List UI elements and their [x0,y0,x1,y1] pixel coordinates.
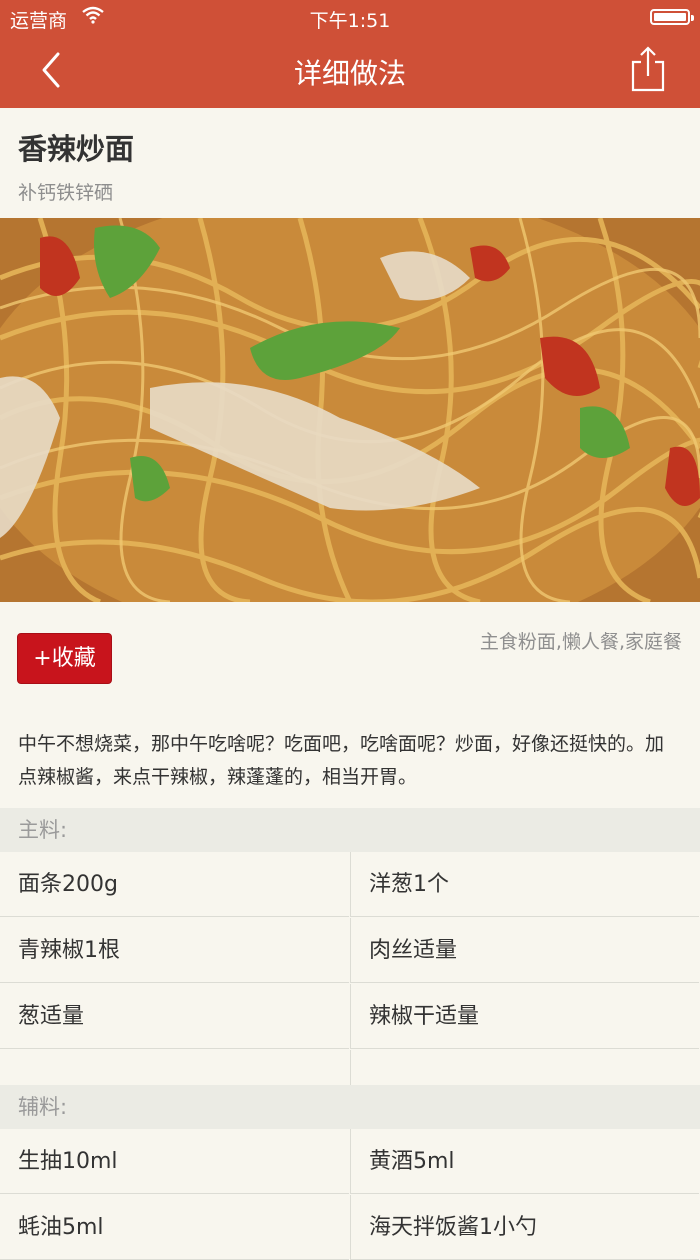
recipe-subtitle: 补钙铁锌硒 [18,182,114,204]
aux-ingredients-header: 辅料: [0,1085,700,1129]
recipe-tags: 主食粉面,懒人餐,家庭餐 [479,631,682,653]
nav-bar: 运营商 下午1:51 详细做法 [0,0,700,108]
ingredient-cell: 青辣椒1根 [0,918,349,983]
ingredient-cell-empty [350,1050,699,1086]
status-bar: 运营商 下午1:51 [0,0,700,36]
ingredient-cell: 黄酒5ml [350,1129,699,1194]
status-time: 下午1:51 [309,10,391,32]
share-icon [631,46,665,92]
ingredient-cell: 辣椒干适量 [350,984,699,1049]
ingredient-cell: 海天拌饭酱1小勺 [350,1195,699,1260]
ingredient-cell: 面条200g [0,852,349,917]
ingredient-cell: 葱适量 [0,984,349,1049]
favorite-button[interactable]: +收藏 [17,633,112,684]
ingredient-cell-empty [0,1050,349,1086]
page-title: 详细做法 [293,57,406,90]
ingredient-cell: 蚝油5ml [0,1195,349,1260]
ingredient-cell: 肉丝适量 [350,918,699,983]
recipe-title: 香辣炒面 [18,132,135,166]
share-button[interactable] [628,44,668,94]
recipe-header: 香辣炒面 补钙铁锌硒 [0,108,700,218]
recipe-photo [0,218,700,602]
ingredient-cell: 生抽10ml [0,1129,349,1194]
recipe-description: 中午不想烧菜，那中午吃啥呢？吃面吧，吃啥面呢？炒面，好像还挺快的。加点辣椒酱，来… [18,733,665,788]
main-ingredients-header: 主料: [0,808,700,852]
ingredient-cell: 洋葱1个 [350,852,699,917]
battery-icon [650,9,694,25]
